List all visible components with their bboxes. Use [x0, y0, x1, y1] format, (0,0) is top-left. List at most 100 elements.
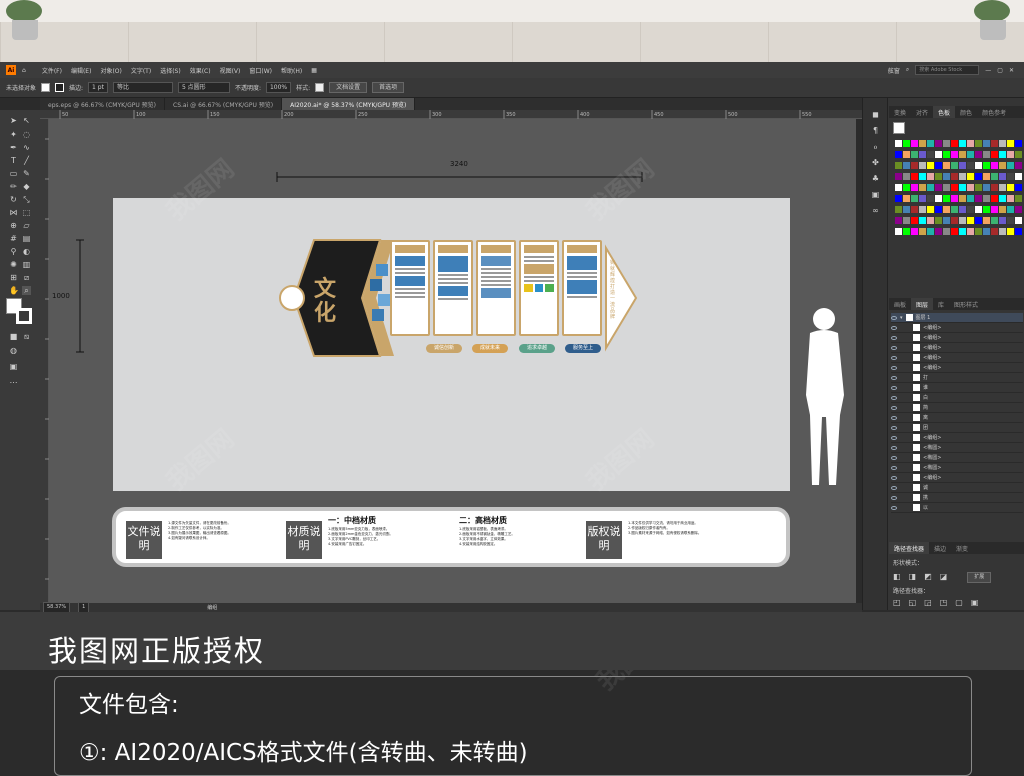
color-swatch[interactable]	[1015, 140, 1022, 147]
outline-icon[interactable]: ▢	[955, 598, 963, 607]
color-swatch[interactable]	[991, 217, 998, 224]
color-swatch[interactable]	[911, 140, 918, 147]
color-swatch[interactable]	[943, 173, 950, 180]
color-swatch[interactable]	[919, 228, 926, 235]
color-swatch[interactable]	[999, 217, 1006, 224]
color-swatch[interactable]	[991, 184, 998, 191]
color-swatch[interactable]	[943, 140, 950, 147]
color-swatch[interactable]	[895, 228, 902, 235]
tab-artboards[interactable]: 画板	[889, 298, 911, 310]
layer-row[interactable]: 以	[891, 503, 1023, 513]
color-swatch[interactable]	[959, 140, 966, 147]
color-swatch[interactable]	[999, 162, 1006, 169]
color-swatch[interactable]	[975, 195, 982, 202]
layer-row[interactable]: <椭圆>	[891, 453, 1023, 463]
color-swatch[interactable]	[1015, 162, 1022, 169]
tab-graphic-styles[interactable]: 图形样式	[949, 298, 983, 310]
color-swatch[interactable]	[959, 195, 966, 202]
color-swatch[interactable]	[1007, 151, 1014, 158]
color-swatch[interactable]	[999, 184, 1006, 191]
color-swatch[interactable]	[919, 173, 926, 180]
color-swatch[interactable]	[935, 162, 942, 169]
color-swatch[interactable]	[911, 206, 918, 213]
layer-row[interactable]: 白	[891, 393, 1023, 403]
color-swatch[interactable]	[927, 184, 934, 191]
visibility-icon[interactable]	[891, 355, 897, 360]
color-swatch[interactable]	[935, 206, 942, 213]
color-swatch[interactable]	[951, 206, 958, 213]
color-swatch[interactable]	[975, 140, 982, 147]
color-swatch[interactable]	[991, 162, 998, 169]
links-icon[interactable]: ∞	[871, 206, 880, 215]
color-swatch[interactable]	[959, 162, 966, 169]
color-swatch[interactable]	[983, 184, 990, 191]
tab-pathfinder[interactable]: 路径查找器	[889, 542, 930, 554]
color-swatch[interactable]	[903, 151, 910, 158]
color-swatch[interactable]	[911, 195, 918, 202]
color-swatch[interactable]	[919, 140, 926, 147]
color-swatch[interactable]	[895, 140, 902, 147]
color-swatch[interactable]	[895, 217, 902, 224]
minus-front-icon[interactable]: ◨	[909, 572, 917, 583]
color-swatch[interactable]	[983, 140, 990, 147]
color-swatch[interactable]	[927, 217, 934, 224]
visibility-icon[interactable]	[891, 505, 897, 510]
color-swatch[interactable]	[983, 173, 990, 180]
color-swatch[interactable]	[991, 173, 998, 180]
color-swatch[interactable]	[975, 206, 982, 213]
paragraph-icon[interactable]: ¶	[871, 126, 880, 135]
tab-swatches[interactable]: 色板	[933, 106, 956, 118]
color-swatch[interactable]	[951, 173, 958, 180]
color-swatch[interactable]	[1007, 195, 1014, 202]
layer-row[interactable]: <编组>	[891, 333, 1023, 343]
visibility-icon[interactable]	[891, 415, 897, 420]
tab-gradient[interactable]: 渐变	[951, 542, 973, 554]
tab-align[interactable]: 对齐	[911, 106, 933, 118]
color-swatch[interactable]	[951, 184, 958, 191]
color-swatch[interactable]	[895, 173, 902, 180]
color-swatch[interactable]	[991, 140, 998, 147]
color-swatch[interactable]	[983, 162, 990, 169]
layer-row[interactable]: <椭圆>	[891, 463, 1023, 473]
color-swatch[interactable]	[903, 228, 910, 235]
color-swatch[interactable]	[935, 184, 942, 191]
color-swatch[interactable]	[959, 173, 966, 180]
visibility-icon[interactable]	[891, 385, 897, 390]
color-swatch[interactable]	[967, 228, 974, 235]
color-swatch[interactable]	[903, 140, 910, 147]
color-swatch[interactable]	[959, 151, 966, 158]
color-swatch[interactable]	[1007, 173, 1014, 180]
color-swatch[interactable]	[911, 151, 918, 158]
layer-row[interactable]: 谁	[891, 383, 1023, 393]
trim-icon[interactable]: ◱	[909, 598, 917, 607]
symbols-icon[interactable]: ♣	[871, 174, 880, 183]
color-swatch[interactable]	[967, 184, 974, 191]
color-swatch[interactable]	[951, 162, 958, 169]
color-swatch[interactable]	[903, 195, 910, 202]
color-swatch[interactable]	[1007, 162, 1014, 169]
exclude-icon[interactable]: ◪	[940, 572, 948, 583]
color-swatch[interactable]	[991, 151, 998, 158]
color-swatch[interactable]	[935, 140, 942, 147]
color-swatch[interactable]	[1015, 206, 1022, 213]
color-swatch[interactable]	[895, 151, 902, 158]
color-swatch[interactable]	[919, 217, 926, 224]
visibility-icon[interactable]	[891, 325, 897, 330]
color-swatch[interactable]	[975, 217, 982, 224]
color-swatch[interactable]	[975, 173, 982, 180]
color-swatch[interactable]	[943, 195, 950, 202]
visibility-icon[interactable]	[891, 495, 897, 500]
tab-libraries[interactable]: 库	[933, 298, 949, 310]
color-swatch[interactable]	[1015, 217, 1022, 224]
color-swatch[interactable]	[999, 151, 1006, 158]
color-swatch[interactable]	[903, 162, 910, 169]
layer-row[interactable]: 团	[891, 423, 1023, 433]
color-panel-icon[interactable]: ◼	[871, 110, 880, 119]
color-swatch[interactable]	[903, 217, 910, 224]
visibility-icon[interactable]	[891, 475, 897, 480]
tab-stroke[interactable]: 描边	[929, 542, 951, 554]
current-fill-swatch[interactable]	[893, 122, 905, 134]
color-swatch[interactable]	[951, 228, 958, 235]
maximize-icon[interactable]: ▢	[997, 67, 1003, 74]
intersect-icon[interactable]: ◩	[924, 572, 932, 583]
